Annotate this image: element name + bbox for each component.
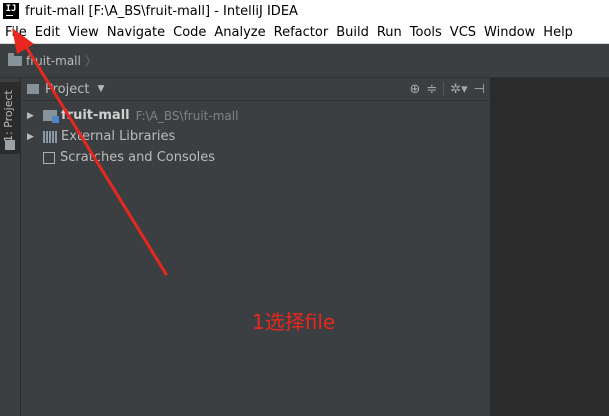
annotation-arrow — [12, 28, 168, 276]
annotation-text: 1选择file — [252, 310, 336, 334]
